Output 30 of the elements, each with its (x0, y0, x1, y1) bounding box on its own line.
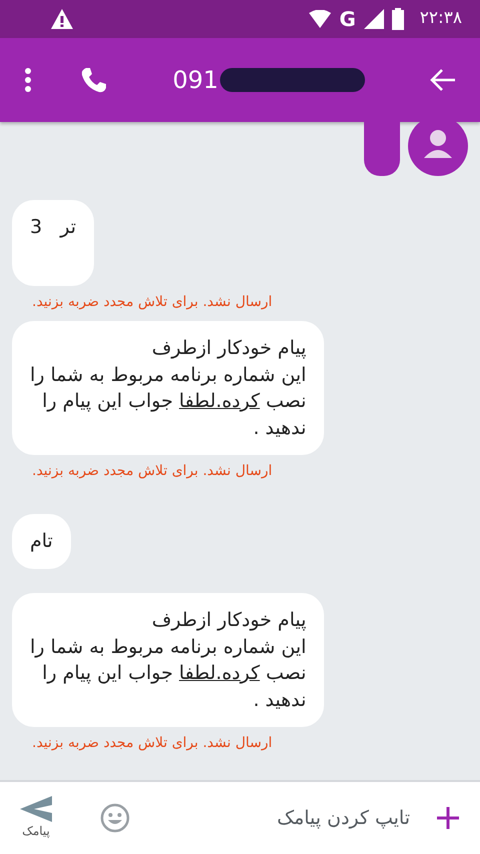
message-text: تر 3 (30, 216, 76, 238)
contact-number: 091 (172, 65, 218, 96)
status-time: ۲۲:۳۸ (420, 7, 462, 30)
warning-icon (50, 8, 74, 30)
network-type: G (339, 6, 356, 33)
battery-icon (392, 8, 404, 30)
wifi-icon (309, 10, 332, 28)
more-options-icon[interactable] (24, 67, 32, 93)
emoji-icon[interactable] (100, 803, 130, 833)
send-button[interactable]: پیامک (20, 796, 52, 840)
message-bubble[interactable]: تام (12, 514, 71, 569)
message-text: پیام خودکار ازطرف (152, 608, 306, 631)
message-text: این شماره برنامه مربوط به شما را (30, 364, 306, 386)
message-text: این شماره برنامه مربوط به شما را (30, 636, 306, 658)
add-icon[interactable] (436, 806, 460, 830)
message-bubble[interactable]: پیام خودکار ازطرف این شماره برنامه مربوط به شما را نصب کرده.لطفا جواب این پیام را ندهید . (12, 321, 324, 456)
signal-icon (364, 9, 384, 29)
back-icon[interactable] (430, 69, 456, 91)
message-text: ندهید . (253, 688, 306, 711)
send-icon (20, 796, 52, 822)
message-input[interactable]: تایپ کردن پیامک (212, 802, 412, 834)
message-bubble[interactable]: پیام خودکار ازطرف این شماره برنامه مربوط به شما را نصب کرده.لطفا جواب این پیام را ندهید . (12, 592, 324, 728)
send-label: پیامک (22, 823, 50, 840)
message-text: نصب کرده.لطفا جواب این پیام را (42, 662, 306, 684)
message-text: نصب کرده.لطفا جواب این پیام را (42, 390, 306, 412)
message-text: ندهید . (253, 416, 306, 439)
message-text: تام (30, 530, 53, 552)
phone-icon[interactable] (80, 66, 108, 94)
message-text: پیام خودکار ازطرف (152, 337, 306, 359)
message-bubble[interactable]: تر 3 (12, 200, 94, 286)
